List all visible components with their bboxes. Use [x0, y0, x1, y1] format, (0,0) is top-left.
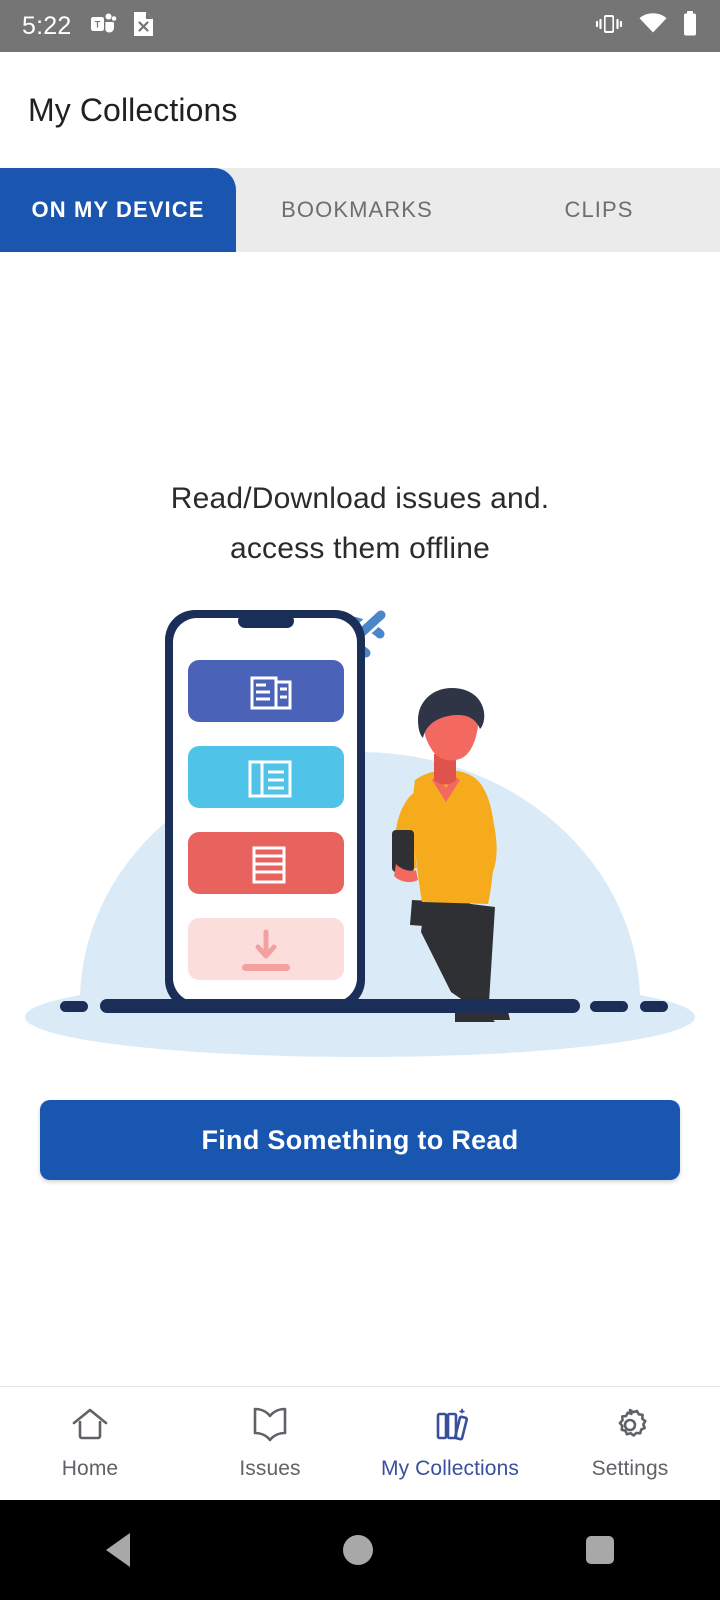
nav-item-home[interactable]: Home	[0, 1406, 180, 1481]
status-bar: 5:22 T	[0, 0, 720, 52]
find-something-to-read-button[interactable]: Find Something to Read	[40, 1100, 680, 1180]
cta-container: Find Something to Read	[0, 1100, 720, 1180]
offline-reading-illustration	[0, 602, 720, 1082]
empty-state-content: Read/Download issues and. access them of…	[0, 252, 720, 1386]
illustration-card-article	[188, 832, 344, 894]
empty-state-text: Read/Download issues and. access them of…	[171, 474, 550, 574]
gear-icon	[610, 1406, 650, 1449]
illustration-card-download	[188, 918, 344, 980]
empty-state-line-2: access them offline	[229, 532, 491, 565]
tab-strip: ON MY DEVICE BOOKMARKS CLIPS	[0, 168, 720, 252]
empty-state-line-1: Read/Download issues and.	[170, 482, 550, 515]
vibrate-icon	[594, 11, 624, 42]
tab-on-my-device[interactable]: ON MY DEVICE	[0, 168, 236, 252]
teams-icon: T	[89, 10, 117, 43]
status-time: 5:22	[22, 11, 72, 40]
illustration-card-news	[188, 660, 344, 722]
status-right-icons	[594, 10, 698, 43]
status-left-icons: T	[89, 10, 156, 43]
battery-icon	[682, 10, 698, 43]
nav-item-issues[interactable]: Issues	[180, 1406, 360, 1481]
nav-label: Home	[61, 1457, 119, 1480]
svg-text:T: T	[95, 19, 101, 29]
android-navigation-bar	[0, 1500, 720, 1600]
document-x-icon	[131, 10, 156, 43]
app-screen: 5:22 T My Collections ON MY DEVICE BOOKM…	[0, 0, 720, 1600]
nav-label: Settings	[591, 1457, 669, 1480]
wifi-icon	[638, 11, 668, 42]
nav-label: Issues	[239, 1457, 301, 1480]
page-title: My Collections	[28, 91, 238, 128]
small-phone	[392, 830, 414, 872]
phone-mockup	[165, 610, 365, 1010]
books-stack-icon	[430, 1406, 470, 1449]
book-open-icon	[250, 1406, 290, 1449]
bottom-nav: Home Issues My Collections Settings	[0, 1386, 720, 1500]
tab-label: CLIPS	[564, 197, 634, 222]
tab-label: BOOKMARKS	[281, 197, 433, 222]
tab-clips[interactable]: CLIPS	[478, 168, 720, 252]
back-button-icon[interactable]	[106, 1533, 131, 1567]
tab-bookmarks[interactable]: BOOKMARKS	[236, 168, 478, 252]
ground-line	[60, 999, 668, 1013]
app-bar: My Collections	[0, 52, 720, 168]
tab-label: ON MY DEVICE	[31, 197, 205, 222]
nav-label: My Collections	[381, 1457, 519, 1480]
home-button-icon[interactable]	[342, 1535, 373, 1565]
illustration-card-magazine	[188, 746, 344, 808]
recents-button-icon[interactable]	[585, 1536, 614, 1564]
home-icon	[70, 1406, 110, 1449]
nav-item-settings[interactable]: Settings	[540, 1406, 720, 1481]
nav-item-my-collections[interactable]: My Collections	[360, 1406, 540, 1481]
